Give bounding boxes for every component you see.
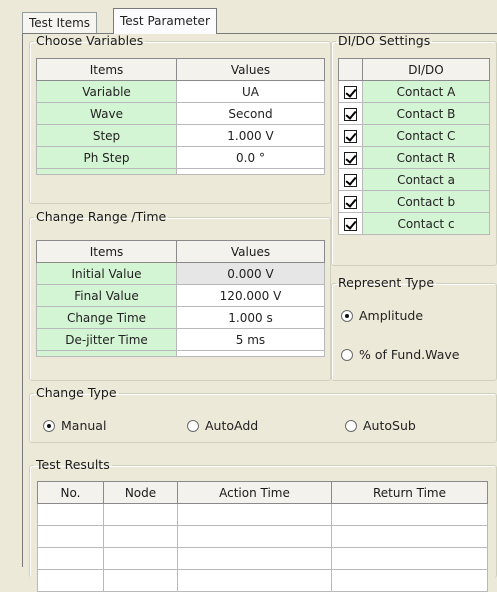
step-label: Step	[36, 124, 177, 147]
contact-b-lower-checkbox[interactable]	[344, 195, 357, 209]
de-jitter-time-field[interactable]: 5 ms	[176, 328, 325, 351]
table-row[interactable]: Contact c	[338, 212, 490, 235]
table-row[interactable]	[37, 525, 488, 548]
step-value[interactable]: 1.000 V	[176, 124, 325, 147]
table-row[interactable]: Change Time 1.000 s	[36, 306, 325, 329]
table-row[interactable]	[37, 547, 488, 570]
choose-variables-table: Items Values Variable UA Wave Second Ste…	[36, 58, 325, 175]
radio-unselected-icon[interactable]	[187, 419, 199, 432]
action-time-column-header[interactable]: Action Time	[177, 481, 332, 504]
node-column-header[interactable]: Node	[103, 481, 178, 504]
percent-fund-wave-radio[interactable]: % of Fund.Wave	[341, 347, 459, 362]
autosub-label: AutoSub	[363, 418, 416, 433]
ph-step-label: Ph Step	[36, 146, 177, 169]
contact-c-checkbox[interactable]	[344, 129, 357, 143]
manual-label: Manual	[61, 418, 107, 433]
change-range-table: Items Values Initial Value 0.000 V Final…	[36, 240, 325, 357]
autoadd-label: AutoAdd	[205, 418, 259, 433]
contact-a-label: Contact A	[362, 80, 490, 103]
radio-unselected-icon[interactable]	[341, 348, 353, 361]
items-column-header: Items	[36, 58, 177, 81]
table-row[interactable]: Contact b	[338, 190, 490, 213]
tab-panel: Choose Variables Items Values Variable U…	[22, 33, 497, 592]
amplitude-radio[interactable]: Amplitude	[341, 308, 423, 323]
table-row[interactable]: Initial Value 0.000 V	[36, 262, 325, 285]
table-row[interactable]: Variable UA	[36, 80, 325, 103]
change-type-group: Change Type	[29, 386, 497, 443]
contact-a-checkbox[interactable]	[344, 85, 357, 99]
change-range-title: Change Range /Time	[36, 209, 167, 224]
change-time-label: Change Time	[36, 306, 177, 329]
no-column-header[interactable]: No.	[37, 481, 104, 504]
table-row[interactable]: Contact B	[338, 102, 490, 125]
manual-radio[interactable]: Manual	[43, 418, 106, 433]
amplitude-label: Amplitude	[359, 308, 424, 323]
ph-step-value[interactable]: 0.0 °	[176, 146, 325, 169]
contact-b-lower-label: Contact b	[362, 190, 490, 213]
values-column-header: Values	[176, 240, 325, 263]
final-value-field[interactable]: 120.000 V	[176, 284, 325, 307]
test-results-title: Test Results	[36, 457, 110, 472]
table-row[interactable]: Final Value 120.000 V	[36, 284, 325, 307]
contact-r-checkbox[interactable]	[344, 151, 357, 165]
table-row[interactable]: Contact A	[338, 80, 490, 103]
radio-selected-icon[interactable]	[43, 419, 55, 432]
tab-test-items[interactable]: Test Items	[22, 12, 98, 34]
change-type-title: Change Type	[36, 385, 117, 400]
dido-table: DI/DO Contact A Contact B Contact C Cont…	[338, 58, 490, 235]
represent-type-title: Represent Type	[338, 275, 435, 290]
initial-value-label: Initial Value	[36, 262, 177, 285]
contact-b-checkbox[interactable]	[344, 107, 357, 121]
contact-c-label: Contact C	[362, 124, 490, 147]
test-results-table: No. Node Action Time Return Time	[37, 481, 488, 592]
de-jitter-time-label: De-jitter Time	[36, 328, 177, 351]
represent-type-group: Represent Type	[331, 276, 497, 381]
autoadd-radio[interactable]: AutoAdd	[187, 418, 258, 433]
change-time-field[interactable]: 1.000 s	[176, 306, 325, 329]
dido-checkbox-column-header	[338, 58, 363, 81]
items-column-header: Items	[36, 240, 177, 263]
contact-b-label: Contact B	[362, 102, 490, 125]
table-row[interactable]: Contact a	[338, 168, 490, 191]
table-row[interactable]	[37, 569, 488, 592]
table-row[interactable]: Contact R	[338, 146, 490, 169]
variable-label: Variable	[36, 80, 177, 103]
percent-fund-wave-label: % of Fund.Wave	[359, 347, 460, 362]
table-row[interactable]: Wave Second	[36, 102, 325, 125]
table-row[interactable]: Step 1.000 V	[36, 124, 325, 147]
contact-r-label: Contact R	[362, 146, 490, 169]
wave-value[interactable]: Second	[176, 102, 325, 125]
table-row[interactable]: De-jitter Time 5 ms	[36, 328, 325, 351]
tab-test-parameter[interactable]: Test Parameter	[113, 8, 217, 34]
table-row[interactable]	[37, 503, 488, 526]
initial-value-field[interactable]: 0.000 V	[176, 262, 325, 285]
wave-label: Wave	[36, 102, 177, 125]
radio-unselected-icon[interactable]	[345, 419, 357, 432]
autosub-radio[interactable]: AutoSub	[345, 418, 416, 433]
contact-a-lower-checkbox[interactable]	[344, 173, 357, 187]
contact-c-lower-label: Contact c	[362, 212, 490, 235]
contact-c-lower-checkbox[interactable]	[344, 217, 357, 231]
table-row[interactable]: Contact C	[338, 124, 490, 147]
return-time-column-header[interactable]: Return Time	[331, 481, 488, 504]
variable-value[interactable]: UA	[176, 80, 325, 103]
radio-selected-icon[interactable]	[341, 309, 353, 322]
contact-a-lower-label: Contact a	[362, 168, 490, 191]
values-column-header: Values	[176, 58, 325, 81]
final-value-label: Final Value	[36, 284, 177, 307]
dido-settings-title: DI/DO Settings	[338, 33, 431, 48]
choose-variables-title: Choose Variables	[36, 33, 144, 48]
dido-column-header: DI/DO	[362, 58, 490, 81]
table-row[interactable]: Ph Step 0.0 °	[36, 146, 325, 169]
